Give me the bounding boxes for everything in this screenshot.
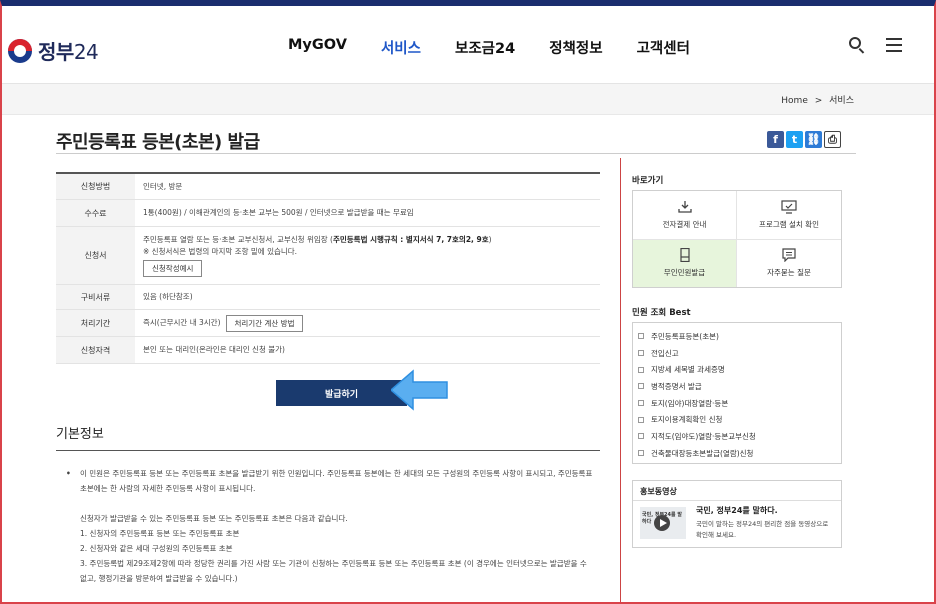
list-item: 2. 신청자와 같은 세대 구성원의 주민등록표 초본 [80, 544, 233, 553]
basic-info-body: • 이 민원은 주민등록표 등본 또는 주민등록표 초본을 발급받기 위한 민원입… [66, 466, 596, 586]
list-item[interactable]: 토지(임야)대장열람·등본 [638, 395, 841, 412]
row-value: 인터넷, 방문 [143, 181, 183, 191]
main-nav: MyGOV 서비스 보조금24 정책정보 고객센터 [288, 37, 724, 58]
promo-title: 홍보동영상 [640, 487, 677, 496]
breadcrumb-bar: Home > 서비스 [2, 84, 934, 115]
basic-info-title: 기본정보 [56, 427, 104, 442]
title-divider [56, 153, 856, 154]
table-row: 처리기간 즉시(근무시간 내 3시간) 처리기간 계산 방법 [56, 310, 600, 337]
sidebar-divider [620, 158, 621, 604]
monitor-icon [781, 200, 797, 214]
processing-time-button[interactable]: 처리기간 계산 방법 [225, 314, 304, 332]
row-value: 주민등록표 열람 또는 등·초본 교부신청서, 교부신청 위임장 (주민등록법 … [135, 227, 600, 284]
promo-heading[interactable]: 국민, 정부24를 말하다. [696, 505, 836, 516]
search-icon[interactable] [848, 36, 866, 54]
promo-divider [633, 500, 841, 501]
logo-emblem-icon [8, 38, 32, 63]
nav-mygov[interactable]: MyGOV [288, 37, 347, 58]
faq-icon [782, 248, 796, 263]
logo[interactable]: 정부24 [8, 36, 99, 65]
promo-body: 국민이 말하는 정부24의 편리한 점을 동영상으로 확인해 보세요. [696, 520, 829, 539]
table-row: 수수료 1통(400원) / 이해관계인의 등·초본 교부는 500원 / 인터… [56, 200, 600, 227]
nav-subsidy24[interactable]: 보조금24 [455, 37, 515, 58]
list-item: 3. 주민등록법 제29조제2항에 따라 정당한 권리를 가진 사람 또는 기관… [80, 559, 587, 583]
issue-button[interactable]: 발급하기 [276, 380, 407, 406]
breadcrumb-separator: > [814, 96, 823, 106]
nav-service[interactable]: 서비스 [381, 37, 421, 58]
list-item[interactable]: 전입신고 [638, 345, 841, 362]
row-label: 수수료 [56, 200, 135, 226]
shortcut-kiosk[interactable]: 무인민원발급 [633, 239, 737, 287]
site-header: 정부24 MyGOV 서비스 보조금24 정책정보 고객센터 [2, 6, 934, 84]
row-value: 본인 또는 대리인(온라인은 대리인 신청 불가) [143, 345, 285, 354]
nav-policy-info[interactable]: 정책정보 [549, 37, 602, 58]
share-tools: f t ⛓ ⎙ [767, 131, 841, 148]
breadcrumb-current[interactable]: 서비스 [829, 96, 854, 106]
promo-video-box: 홍보동영상 국민, 정부24를 말하다 국민, 정부24를 말하다. 국민이 말… [632, 480, 842, 548]
payment-icon [677, 200, 692, 213]
list-item: 1. 신청자의 주민등록표 등본 또는 주민등록표 초본 [80, 529, 240, 538]
list-item[interactable]: 건축물대장등초본발급(열람)신청 [638, 445, 841, 462]
list-item[interactable]: 주민등록표등본(초본) [638, 328, 841, 345]
table-row: 신청자격 본인 또는 대리인(온라인은 대리인 신청 불가) [56, 337, 600, 364]
list-item[interactable]: 지방세 세목별 과세증명 [638, 361, 841, 378]
checkbox-icon [638, 433, 644, 440]
best-title: 민원 조회 Best [632, 308, 691, 318]
header-utilities [848, 36, 902, 54]
bullet: • [66, 469, 71, 478]
page-title: 주민등록표 등본(초본) 발급 [56, 132, 260, 153]
checkbox-icon [638, 350, 644, 357]
service-info-table: 신청방법 인터넷, 방문 수수료 1통(400원) / 이해관계인의 등·초본 … [56, 172, 600, 364]
twitter-share-icon[interactable]: t [786, 131, 803, 148]
promo-text: 국민, 정부24를 말하다. 국민이 말하는 정부24의 편리한 점을 동영상으… [696, 505, 836, 541]
shortcut-payment[interactable]: 전자결제 안내 [633, 191, 737, 240]
table-row: 구비서류 있음 (하단참조) [56, 285, 600, 310]
link-copy-icon[interactable]: ⛓ [805, 131, 822, 148]
video-thumbnail[interactable]: 국민, 정부24를 말하다 [640, 507, 686, 539]
row-label: 신청자격 [56, 337, 135, 363]
section-divider [56, 450, 600, 451]
list-item[interactable]: 지적도(임야도)열람·등본교부신청 [638, 428, 841, 445]
checkbox-icon [638, 416, 644, 423]
logo-text: 정부24 [38, 40, 99, 64]
issue-area: 발급하기 [276, 380, 407, 406]
print-icon[interactable]: ⎙ [824, 131, 841, 148]
lead-paragraph: 이 민원은 주민등록표 등본 또는 주민등록표 초본을 발급받기 위한 민원입니… [80, 469, 593, 493]
checkbox-icon [638, 333, 644, 340]
breadcrumb-home[interactable]: Home [781, 96, 808, 106]
checkbox-icon [638, 383, 644, 390]
row-label: 처리기간 [56, 310, 135, 336]
list-item[interactable]: 병적증명서 발급 [638, 378, 841, 395]
row-label: 신청서 [56, 227, 135, 284]
sub-intro: 신청자가 발급받을 수 있는 주민등록표 등본 또는 주민등록표 초본은 다음과… [80, 514, 348, 523]
list-item[interactable]: 토지이용계획확인 신청 [638, 411, 841, 428]
form-example-button[interactable]: 신청작성예시 [143, 260, 203, 277]
shortcut-faq[interactable]: 자주묻는 질문 [737, 240, 841, 288]
table-row: 신청방법 인터넷, 방문 [56, 174, 600, 200]
pointer-arrow-icon [391, 369, 448, 411]
best-list: 주민등록표등본(초본) 전입신고 지방세 세목별 과세증명 병적증명서 발급 토… [632, 322, 842, 464]
shortcut-program-check[interactable]: 프로그램 설치 확인 [737, 191, 841, 240]
kiosk-icon [679, 248, 690, 263]
row-value: 즉시(근무시간 내 3시간) 처리기간 계산 방법 [135, 310, 600, 336]
checkbox-icon [638, 400, 644, 407]
row-value: 있음 (하단참조) [143, 292, 193, 301]
table-row: 신청서 주민등록표 열람 또는 등·초본 교부신청서, 교부신청 위임장 (주민… [56, 227, 600, 285]
checkbox-icon [638, 450, 644, 457]
facebook-share-icon[interactable]: f [767, 131, 784, 148]
menu-icon[interactable] [886, 38, 902, 52]
nav-customer-center[interactable]: 고객센터 [637, 37, 690, 58]
shortcut-grid: 전자결제 안내 프로그램 설치 확인 무인민원발급 자주묻는 질문 [632, 190, 842, 288]
shortcut-title: 바로가기 [632, 176, 664, 186]
breadcrumb: Home > 서비스 [781, 93, 854, 106]
row-value: 1통(400원) / 이해관계인의 등·초본 교부는 500원 / 인터넷으로 … [143, 208, 414, 217]
row-label: 신청방법 [56, 174, 135, 199]
checkbox-icon [638, 366, 644, 373]
row-label: 구비서류 [56, 285, 135, 309]
